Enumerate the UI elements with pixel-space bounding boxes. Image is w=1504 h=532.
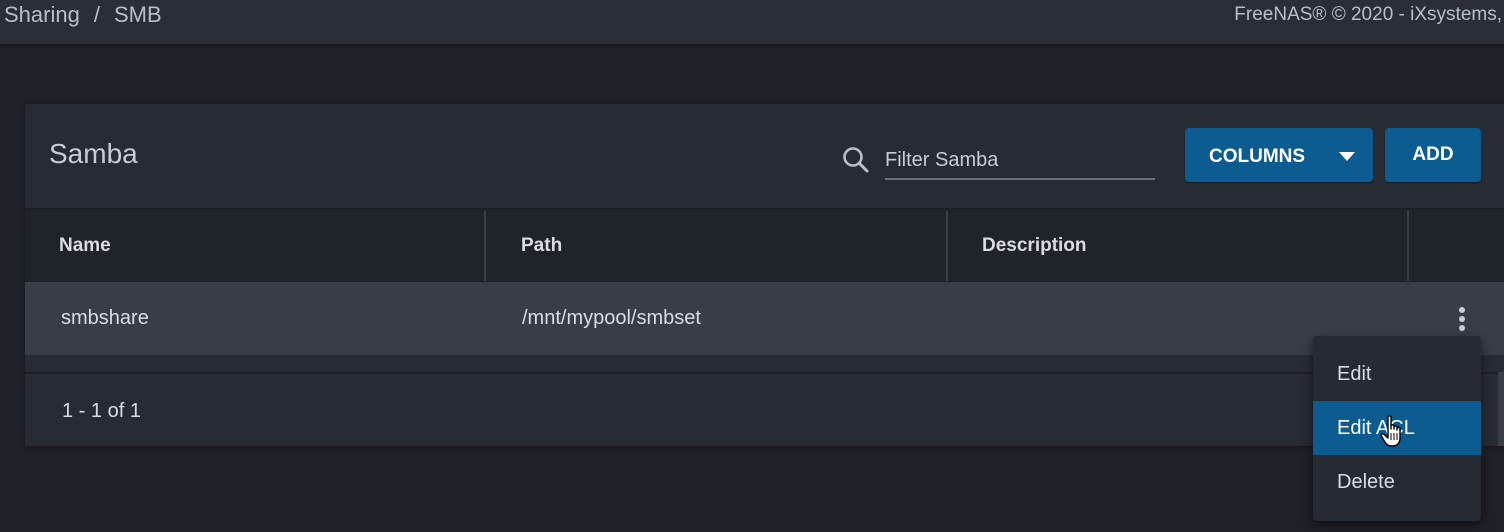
column-header-name[interactable]: Name	[59, 209, 111, 283]
breadcrumb-sharing[interactable]: Sharing	[4, 2, 80, 27]
hand-pointer-icon	[1380, 415, 1401, 447]
column-divider[interactable]	[484, 211, 486, 281]
scrollbar[interactable]	[1498, 372, 1504, 446]
column-divider[interactable]	[946, 211, 948, 281]
card-title: Samba	[49, 138, 138, 169]
more-vert-icon[interactable]	[1447, 304, 1477, 334]
table-header: Name Path Description	[25, 208, 1504, 283]
pagination-range: 1 - 1 of 1	[62, 400, 141, 422]
table-row[interactable]: smbshare /mnt/mypool/smbset	[25, 282, 1504, 355]
table-footer: 1 - 1 of 1	[25, 372, 1504, 448]
menu-item-edit[interactable]: Edit	[1313, 347, 1481, 401]
column-header-description[interactable]: Description	[982, 209, 1087, 283]
column-header-path[interactable]: Path	[521, 209, 562, 283]
cell-path: /mnt/mypool/smbset	[522, 307, 701, 329]
columns-button[interactable]: COLUMNS	[1185, 128, 1373, 182]
top-bar: Sharing / SMB FreeNAS® © 2020 - iXsystems,	[0, 0, 1504, 44]
caret-down-icon	[1339, 152, 1355, 161]
columns-button-label: COLUMNS	[1209, 146, 1306, 167]
breadcrumb: Sharing / SMB	[4, 2, 162, 28]
column-divider[interactable]	[1407, 211, 1409, 281]
cell-name: smbshare	[61, 307, 149, 329]
menu-item-delete[interactable]: Delete	[1313, 455, 1481, 509]
filter-input[interactable]	[885, 142, 1155, 180]
search-icon	[843, 147, 869, 173]
copyright-text: FreeNAS® © 2020 - iXsystems,	[1234, 4, 1502, 25]
breadcrumb-smb[interactable]: SMB	[114, 2, 162, 27]
samba-card: Samba COLUMNS ADD Name Path Description …	[25, 104, 1504, 446]
add-button[interactable]: ADD	[1385, 128, 1481, 182]
add-button-label: ADD	[1412, 144, 1454, 165]
breadcrumb-separator: /	[93, 2, 100, 27]
